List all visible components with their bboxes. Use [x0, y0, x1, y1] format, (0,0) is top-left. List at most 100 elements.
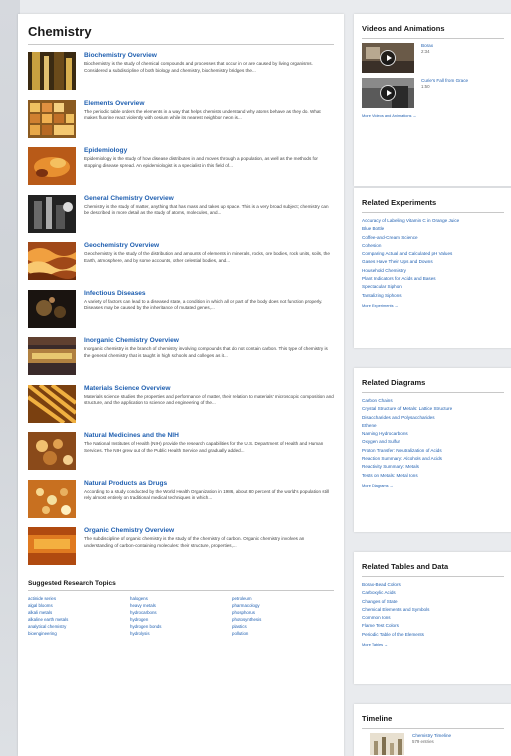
experiment-link[interactable]: Tantalizing Siphons [362, 292, 504, 300]
topic-link[interactable]: hydrogen bonds [130, 623, 232, 630]
table-link[interactable]: Borax-Bead Colors [362, 581, 504, 589]
article-thumbnail[interactable] [28, 242, 76, 280]
diagram-link[interactable]: Naming Hydrocarbons [362, 430, 504, 438]
diagram-link[interactable]: Disaccharides and Polysaccharides [362, 414, 504, 422]
experiment-link[interactable]: Cohesion [362, 242, 504, 250]
article-item[interactable]: Geochemistry Overview Geochemistry is th… [28, 241, 334, 289]
article-title-link[interactable]: Elements Overview [84, 99, 334, 108]
topic-link[interactable]: pharmacology [232, 602, 334, 609]
article-item[interactable]: Organic Chemistry Overview The subdiscip… [28, 526, 334, 574]
article-description: Epidemiology is the study of how disease… [84, 156, 318, 168]
experiments-panel: Related Experiments Accuracy of Labeling… [354, 188, 511, 348]
table-link[interactable]: Common Ions [362, 614, 504, 622]
topic-link[interactable]: photosynthesis [232, 616, 334, 623]
diagram-link[interactable]: Reaction Summary: Alcohols and Acids [362, 455, 504, 463]
article-description: Inorganic chemistry is the branch of che… [84, 346, 328, 358]
table-link[interactable]: Chemical Elements and Symbols [362, 606, 504, 614]
article-thumbnail[interactable] [28, 99, 76, 138]
article-item[interactable]: Infectious Diseases A variety of factors… [28, 289, 334, 337]
article-item[interactable]: Natural Products as Drugs According to a… [28, 479, 334, 527]
article-title-link[interactable]: Inorganic Chemistry Overview [84, 336, 334, 345]
article-title-link[interactable]: Natural Products as Drugs [84, 479, 334, 488]
more-diagrams-link[interactable]: More Diagrams → [362, 483, 504, 488]
diagram-link[interactable]: Proton Transfer: Neutralization of Acids [362, 447, 504, 455]
article-thumbnail[interactable] [28, 432, 76, 470]
article-description: Geochemistry is the study of the distrib… [84, 251, 330, 263]
videos-heading: Videos and Animations [362, 24, 504, 39]
diagram-link[interactable]: Reactivity Summary: Metals [362, 463, 504, 471]
article-title-link[interactable]: Organic Chemistry Overview [84, 526, 334, 535]
videos-panel: Videos and Animations Borax 2:34 Curie's… [354, 14, 511, 186]
article-title-link[interactable]: Materials Science Overview [84, 384, 334, 393]
diagram-link[interactable]: Ethene [362, 422, 504, 430]
experiment-link[interactable]: Gases Have Their Ups and Downs [362, 258, 504, 266]
table-link[interactable]: Carboxylic Acids [362, 589, 504, 597]
article-item[interactable]: Natural Medicines and the NIH The Nation… [28, 431, 334, 479]
topic-link[interactable]: alkali metals [28, 609, 130, 616]
article-title-link[interactable]: General Chemistry Overview [84, 194, 334, 203]
topic-link[interactable]: analytical chemistry [28, 623, 130, 630]
experiment-link[interactable]: Accuracy of Labeling Vitamin C in Orange… [362, 217, 504, 225]
article-title-link[interactable]: Epidemiology [84, 146, 334, 155]
article-title-link[interactable]: Biochemistry Overview [84, 51, 334, 60]
topic-link[interactable]: phosphorus [232, 609, 334, 616]
article-thumbnail[interactable] [28, 384, 76, 423]
experiment-link[interactable]: Spectacular Siphon [362, 283, 504, 291]
topic-link[interactable]: plastics [232, 623, 334, 630]
article-item[interactable]: General Chemistry Overview Chemistry is … [28, 194, 334, 242]
topic-link[interactable]: heavy metals [130, 602, 232, 609]
timeline-item[interactable]: Chemistry Timeline 579 entries [362, 733, 504, 755]
article-title-link[interactable]: Infectious Diseases [84, 289, 334, 298]
experiment-link[interactable]: Comparing Actual and Calculated pH Value… [362, 250, 504, 258]
topic-link[interactable]: petroleum [232, 595, 334, 602]
experiment-link[interactable]: Coffee-and-Cream Science [362, 234, 504, 242]
diagram-link[interactable]: Tests on Metals: Metal Ions [362, 472, 504, 480]
topic-link[interactable]: hydrolysis [130, 630, 232, 637]
article-item[interactable]: Elements Overview The periodic table ord… [28, 99, 334, 147]
diagram-link[interactable]: Carbon Chains [362, 397, 504, 405]
table-link[interactable]: Periodic Table of the Elements [362, 631, 504, 639]
experiment-link[interactable]: Blue Bottle [362, 225, 504, 233]
topic-link[interactable]: actinide series [28, 595, 130, 602]
topic-link[interactable]: alkaline earth metals [28, 616, 130, 623]
more-tables-link[interactable]: More Tables → [362, 642, 504, 647]
suggested-topics-heading: Suggested Research Topics [28, 574, 334, 591]
topic-link[interactable]: pollution [232, 630, 334, 637]
play-icon[interactable] [380, 85, 396, 101]
article-item[interactable]: Biochemistry Overview Biochemistry is th… [28, 51, 334, 99]
more-experiments-link[interactable]: More Experiments → [362, 303, 504, 308]
experiment-link[interactable]: Plant Indicators for Acids and Bases [362, 275, 504, 283]
video-thumbnail[interactable] [362, 78, 414, 108]
topic-link[interactable]: algal blooms [28, 602, 130, 609]
topic-link[interactable]: hydrogen [130, 616, 232, 623]
article-description: According to a study conducted by the Wo… [84, 488, 329, 501]
article-title-link[interactable]: Geochemistry Overview [84, 241, 334, 250]
timeline-thumbnail[interactable] [370, 733, 404, 755]
table-link[interactable]: Changes of State [362, 598, 504, 606]
topic-link[interactable]: hydrocarbons [130, 609, 232, 616]
article-thumbnail[interactable] [28, 194, 76, 233]
diagram-link[interactable]: Oxygen and Sulfur [362, 438, 504, 446]
play-icon[interactable] [380, 50, 396, 66]
article-thumbnail[interactable] [28, 337, 76, 375]
article-item[interactable]: Epidemiology Epidemiology is the study o… [28, 146, 334, 194]
video-thumbnail[interactable] [362, 43, 414, 73]
topic-link[interactable]: halogens [130, 595, 232, 602]
more-videos-link[interactable]: More Videos and Animations → [362, 113, 504, 118]
article-thumbnail[interactable] [28, 527, 76, 565]
article-thumbnail[interactable] [28, 479, 76, 518]
video-item[interactable]: Borax 2:34 [362, 43, 504, 73]
article-thumbnail[interactable] [28, 52, 76, 90]
article-thumbnail[interactable] [28, 147, 76, 185]
experiment-link[interactable]: Household Chemistry [362, 267, 504, 275]
article-thumbnail[interactable] [28, 289, 76, 328]
article-item[interactable]: Inorganic Chemistry Overview Inorganic c… [28, 336, 334, 384]
topic-link[interactable]: bioengineering [28, 630, 130, 637]
article-description: The periodic table orders the elements i… [84, 108, 321, 121]
article-item[interactable]: Materials Science Overview Materials sci… [28, 384, 334, 432]
diagram-link[interactable]: Crystal Structure of Metals: Lattice Str… [362, 405, 504, 413]
table-link[interactable]: Flame Test Colors [362, 622, 504, 630]
article-title-link[interactable]: Natural Medicines and the NIH [84, 431, 334, 440]
video-item[interactable]: Curie's Fall from Grace 1:50 [362, 78, 504, 108]
tables-panel: Related Tables and Data Borax-Bead Color… [354, 552, 511, 684]
